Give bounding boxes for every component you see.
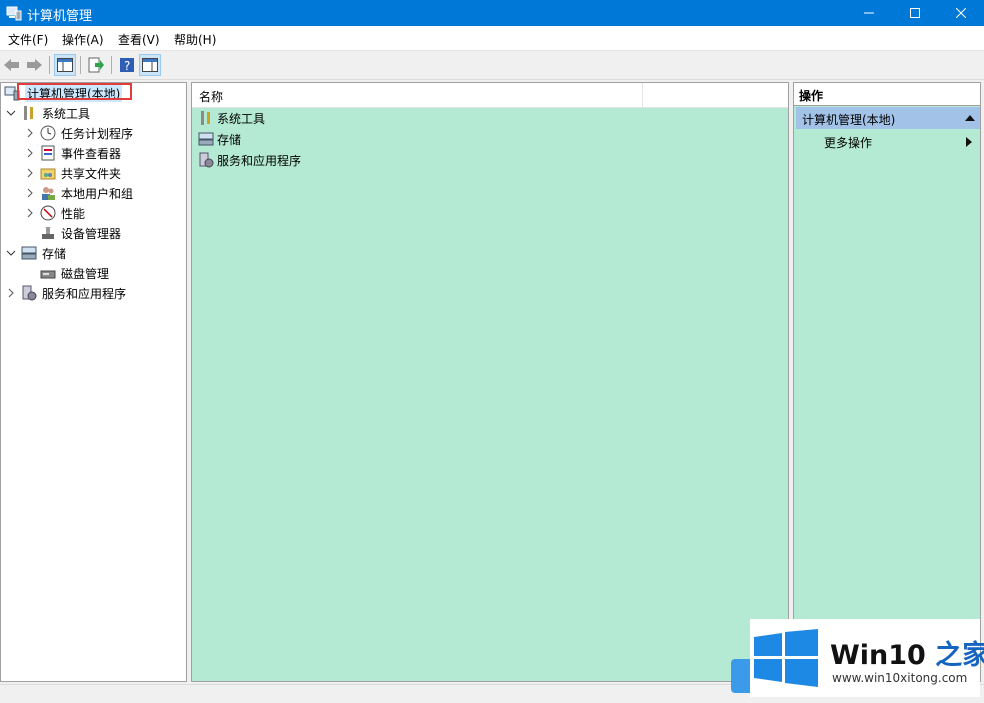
tree-item-label: 事件查看器 [61, 146, 122, 161]
chevron-right-icon[interactable] [24, 127, 36, 139]
highlight-box [17, 83, 132, 100]
results-pane: 名称 系统工具 存储 服务和应用程序 [191, 82, 789, 682]
actions-pane: 操作 计算机管理(本地) 更多操作 [793, 82, 981, 682]
action-pane-icon [142, 58, 158, 72]
back-arrow-icon [4, 59, 19, 71]
column-header-name[interactable]: 名称 [199, 88, 223, 105]
actions-section[interactable]: 计算机管理(本地) [796, 107, 980, 129]
maximize-icon [910, 8, 920, 18]
submenu-arrow-icon [966, 137, 972, 147]
svg-text:?: ? [124, 59, 130, 73]
tree-item-label: 磁盘管理 [61, 266, 110, 281]
close-button[interactable] [938, 0, 984, 26]
chevron-down-icon[interactable] [5, 107, 17, 119]
actions-header-label: 操作 [799, 89, 824, 103]
list-item-label: 服务和应用程序 [217, 153, 302, 168]
watermark: Win10 之家 www.win10xitong.com [750, 619, 984, 697]
help-button[interactable]: ? [116, 54, 138, 76]
chevron-down-icon[interactable] [5, 247, 17, 259]
toolbar-separator [80, 56, 81, 74]
chevron-right-icon[interactable] [24, 207, 36, 219]
forward-button[interactable] [23, 54, 45, 76]
forward-arrow-icon [27, 59, 42, 71]
watermark-url: www.win10xitong.com [832, 671, 968, 685]
minimize-button[interactable] [846, 0, 892, 26]
tree-item-device-manager[interactable]: 设备管理器 [40, 224, 121, 242]
list-item-label: 存储 [217, 132, 242, 147]
list-item[interactable]: 服务和应用程序 [198, 150, 301, 170]
device-manager-icon [42, 227, 54, 239]
services-icon [22, 285, 37, 301]
minimize-icon [864, 12, 874, 14]
chevron-right-icon[interactable] [24, 147, 36, 159]
tools-icon [24, 106, 33, 120]
chevron-right-icon[interactable] [24, 167, 36, 179]
watermark-brand: Win10 之家 [830, 640, 984, 671]
tree-item-label: 性能 [61, 206, 86, 221]
console-tree: 计算机管理(本地) 系统工具 任务计划程序 事件查看器 共享文件夹 本地用户和组… [0, 82, 187, 682]
menu-action[interactable]: 操作(A) [62, 31, 104, 48]
event-viewer-icon [41, 145, 55, 161]
performance-icon [40, 205, 56, 221]
windows-logo-icon [754, 629, 818, 687]
back-button[interactable] [1, 54, 23, 76]
maximize-button[interactable] [892, 0, 938, 26]
tree-item-storage[interactable]: 存储 [5, 244, 66, 262]
tree-item-label: 任务计划程序 [61, 126, 134, 141]
column-divider [642, 83, 643, 107]
tree-item-system-tools[interactable]: 系统工具 [5, 104, 90, 122]
menu-bar: 文件(F) 操作(A) 查看(V) 帮助(H) [0, 26, 984, 51]
list-item[interactable]: 系统工具 [198, 108, 265, 128]
export-list-icon [88, 57, 104, 73]
help-icon: ? [120, 58, 134, 73]
tree-item-disk-management[interactable]: 磁盘管理 [40, 264, 109, 282]
menu-help[interactable]: 帮助(H) [174, 31, 216, 48]
actions-header: 操作 [794, 83, 980, 106]
show-hide-action-pane-button[interactable] [139, 54, 161, 76]
bird-logo [731, 659, 751, 693]
tree-item-services-apps[interactable]: 服务和应用程序 [5, 284, 126, 302]
more-actions-item[interactable]: 更多操作 [824, 134, 872, 151]
clock-icon [40, 125, 56, 141]
export-list-button[interactable] [85, 54, 107, 76]
window-title: 计算机管理 [27, 9, 93, 24]
disk-icon [40, 270, 56, 279]
tree-item-label: 服务和应用程序 [42, 286, 127, 301]
collapse-up-icon [965, 115, 975, 121]
show-hide-console-tree-button[interactable] [54, 54, 76, 76]
list-item[interactable]: 存储 [198, 129, 241, 149]
tree-item-event-viewer[interactable]: 事件查看器 [24, 144, 121, 162]
tree-item-performance[interactable]: 性能 [24, 204, 85, 222]
shared-folder-icon [40, 168, 56, 180]
storage-icon [21, 246, 37, 260]
services-icon [199, 152, 214, 168]
chevron-right-icon[interactable] [24, 187, 36, 199]
list-item-label: 系统工具 [217, 111, 266, 126]
tree-item-label: 存储 [42, 246, 67, 261]
close-icon [956, 8, 966, 18]
chevron-right-icon[interactable] [5, 287, 17, 299]
toolbar: ? [0, 51, 984, 80]
tree-item-label: 设备管理器 [61, 226, 122, 241]
console-tree-icon [57, 58, 73, 72]
menu-view[interactable]: 查看(V) [118, 31, 160, 48]
list-header: 名称 [192, 83, 788, 108]
tree-item-shared-folders[interactable]: 共享文件夹 [24, 164, 121, 182]
computer-management-icon [6, 6, 22, 21]
tools-icon [201, 111, 210, 125]
tree-item-label: 共享文件夹 [61, 166, 122, 181]
toolbar-separator [111, 56, 112, 74]
users-icon [42, 187, 55, 200]
actions-section-label: 计算机管理(本地) [802, 113, 896, 127]
title-bar: 计算机管理 [0, 0, 984, 26]
tree-item-label: 系统工具 [42, 106, 91, 121]
tree-item-label: 本地用户和组 [61, 186, 134, 201]
storage-icon [198, 132, 214, 146]
menu-file[interactable]: 文件(F) [8, 31, 48, 48]
tree-item-local-users[interactable]: 本地用户和组 [24, 184, 133, 202]
toolbar-separator [49, 56, 50, 74]
tree-item-task-scheduler[interactable]: 任务计划程序 [24, 124, 133, 142]
